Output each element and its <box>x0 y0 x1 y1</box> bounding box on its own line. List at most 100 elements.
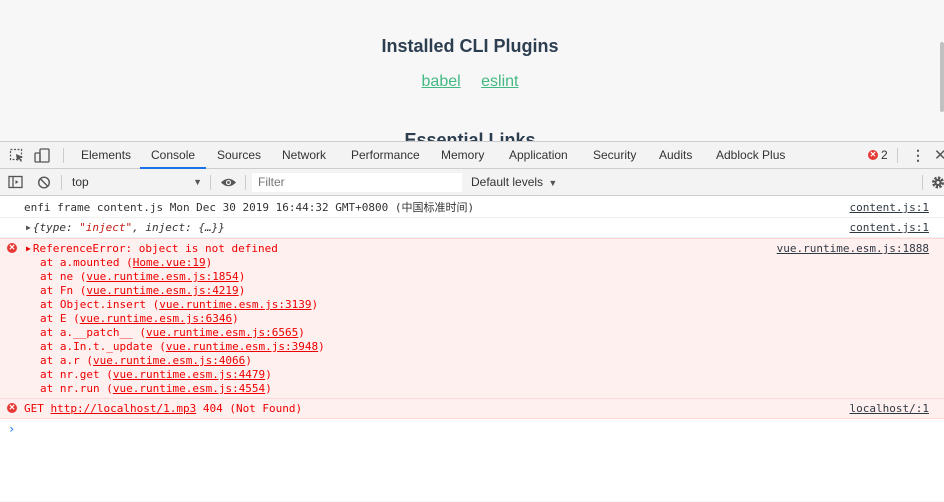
page-scrollbar[interactable] <box>940 42 944 112</box>
stack-location-link[interactable]: vue.runtime.esm.js:4066 <box>93 354 245 367</box>
stack-location-link[interactable]: vue.runtime.esm.js:3139 <box>159 298 311 311</box>
tab-performance[interactable]: Performance <box>351 142 420 169</box>
web-page: Installed CLI Plugins babel eslint Essen… <box>0 0 944 141</box>
tabbar-divider <box>897 148 898 163</box>
expand-triangle-icon[interactable]: ▶ <box>26 221 31 235</box>
eye-icon[interactable] <box>220 175 237 193</box>
toolbar-divider <box>922 175 923 190</box>
stack-function: at a.mounted ( <box>40 256 133 269</box>
tab-security[interactable]: Security <box>593 142 636 169</box>
error-icon: ✕ <box>868 150 878 160</box>
console-log: enfi frame content.js Mon Dec 30 2019 16… <box>0 198 944 502</box>
plugin-links: babel eslint <box>0 73 940 91</box>
stack-function: at a.r ( <box>40 354 93 367</box>
stack-location-link[interactable]: vue.runtime.esm.js:3948 <box>166 340 318 353</box>
tab-network[interactable]: Network <box>282 142 326 169</box>
tab-application[interactable]: Application <box>509 142 568 169</box>
stack-function: at Object.insert ( <box>40 298 160 311</box>
error-count-badge[interactable]: ✕ 2 <box>868 148 888 162</box>
chevron-down-icon: ▼ <box>548 178 558 188</box>
object-type-value: "inject" <box>79 221 133 234</box>
page-title: Installed CLI Plugins <box>381 36 559 56</box>
error-source-link[interactable]: vue.runtime.esm.js:1888 <box>777 242 929 256</box>
stack-function: at nr.run ( <box>40 382 113 395</box>
plugin-link-eslint[interactable]: eslint <box>481 73 518 90</box>
log-object[interactable]: {type: "inject", inject: {…}} <box>33 221 225 234</box>
tab-adblock-plus[interactable]: Adblock Plus <box>716 142 785 169</box>
tab-memory[interactable]: Memory <box>441 142 484 169</box>
stack-trace-line: at E (vue.runtime.esm.js:6346) <box>24 312 944 326</box>
tab-audits[interactable]: Audits <box>659 142 692 169</box>
error-source-link[interactable]: localhost/:1 <box>850 402 929 416</box>
close-icon[interactable]: ✕ <box>934 146 944 164</box>
request-status: 404 (Not Found) <box>202 402 303 415</box>
tab-sources[interactable]: Sources <box>217 142 261 169</box>
log-message: enfi frame content.js Mon Dec 30 2019 16… <box>24 201 475 214</box>
stack-paren: ) <box>205 256 213 269</box>
stack-paren: ) <box>318 340 325 353</box>
object-prefix: {type: <box>32 221 80 234</box>
chevron-down-icon: ▼ <box>193 177 202 187</box>
stack-trace-line: at a.__patch__ (vue.runtime.esm.js:6565) <box>24 326 944 340</box>
toolbar-divider <box>210 175 211 190</box>
stack-trace-line: at nr.run (vue.runtime.esm.js:4554) <box>24 382 944 396</box>
stack-trace: at a.mounted (Home.vue:19) at ne (vue.run… <box>24 256 944 396</box>
stack-trace-line: at Object.insert (vue.runtime.esm.js:313… <box>24 298 944 312</box>
stack-paren: ) <box>311 298 319 311</box>
expand-triangle-icon[interactable]: ▶ <box>26 242 31 256</box>
error-message: ReferenceError: object is not defined <box>32 242 278 255</box>
log-source-link[interactable]: content.js:1 <box>850 201 929 215</box>
context-value: top <box>72 175 89 189</box>
log-source-link[interactable]: content.js:1 <box>850 221 929 235</box>
stack-trace-line: at a.In.t._update (vue.runtime.esm.js:39… <box>24 340 944 354</box>
stack-location-link[interactable]: vue.runtime.esm.js:6346 <box>80 312 232 325</box>
stack-trace-line: at nr.get (vue.runtime.esm.js:4479) <box>24 368 944 382</box>
settings-gear-icon[interactable] <box>930 175 944 193</box>
stack-location-link[interactable]: Home.vue:19 <box>133 256 206 269</box>
error-row: ✕ ▶ ReferenceError: object is not defined… <box>0 238 944 399</box>
sidebar-toggle-icon[interactable] <box>8 175 24 193</box>
clear-console-icon[interactable] <box>37 175 53 193</box>
console-prompt[interactable]: › <box>0 419 944 439</box>
error-count: 2 <box>881 148 888 162</box>
stack-trace-line: at ne (vue.runtime.esm.js:1854) <box>24 270 944 284</box>
page-subtitle: Essential Links <box>404 130 536 141</box>
error-row: ✕ GET http://localhost/1.mp3 404 (Not Fo… <box>0 399 944 419</box>
tabbar-divider <box>63 148 64 163</box>
stack-paren: ) <box>245 354 252 367</box>
prompt-chevron-icon: › <box>8 422 16 436</box>
stack-trace-line: at a.mounted (Home.vue:19) <box>24 256 944 270</box>
stack-paren: ) <box>298 326 305 339</box>
inspect-icon[interactable] <box>9 148 25 163</box>
devtools-panel: Elements Console Sources Network Perform… <box>0 141 944 501</box>
console-toolbar: top ▼ Default levels ▼ <box>0 169 944 196</box>
levels-dropdown[interactable]: Default levels ▼ <box>471 173 557 192</box>
stack-function: at ne ( <box>40 270 87 283</box>
stack-location-link[interactable]: vue.runtime.esm.js:1854 <box>86 270 238 283</box>
tab-console[interactable]: Console <box>140 142 207 169</box>
device-toggle-icon[interactable] <box>34 148 50 163</box>
stack-paren: ) <box>265 368 272 381</box>
stack-function: at Fn ( <box>40 284 87 297</box>
tab-elements[interactable]: Elements <box>81 142 131 169</box>
toolbar-divider <box>61 175 62 190</box>
stack-location-link[interactable]: vue.runtime.esm.js:6565 <box>146 326 298 339</box>
stack-location-link[interactable]: vue.runtime.esm.js:4554 <box>113 382 265 395</box>
levels-label: Default levels <box>471 175 544 189</box>
error-icon: ✕ <box>7 243 17 253</box>
stack-location-link[interactable]: vue.runtime.esm.js:4479 <box>113 368 265 381</box>
plugin-link-babel[interactable]: babel <box>422 73 461 90</box>
stack-paren: ) <box>232 312 239 325</box>
kebab-menu-icon[interactable]: ⋮ <box>911 147 925 164</box>
stack-function: at a.__patch__ ( <box>40 326 146 339</box>
stack-function: at a.In.t._update ( <box>40 340 166 353</box>
context-select[interactable]: top ▼ <box>66 173 206 192</box>
stack-function: at E ( <box>40 312 80 325</box>
filter-input[interactable] <box>252 173 462 192</box>
stack-function: at nr.get ( <box>40 368 113 381</box>
request-url-link[interactable]: http://localhost/1.mp3 <box>51 402 197 415</box>
stack-trace-line: at a.r (vue.runtime.esm.js:4066) <box>24 354 944 368</box>
log-row: ▶ {type: "inject", inject: {…}} content.j… <box>0 218 944 238</box>
stack-paren: ) <box>265 382 272 395</box>
stack-location-link[interactable]: vue.runtime.esm.js:4219 <box>86 284 238 297</box>
